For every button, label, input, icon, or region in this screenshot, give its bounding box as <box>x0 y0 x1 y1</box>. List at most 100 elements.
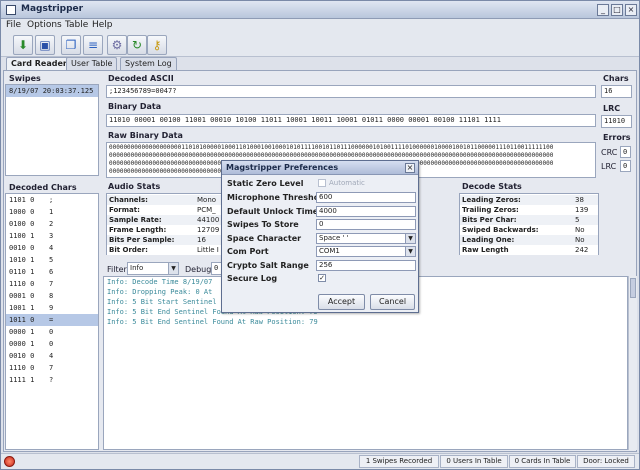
decoded-char-row[interactable]: 0010 0 4 <box>6 350 98 362</box>
menu-file[interactable]: File <box>6 20 21 30</box>
secure-log-checkbox[interactable]: ✓ <box>318 274 326 282</box>
decoded-ascii-field[interactable]: ;123456789=0047? <box>106 85 596 98</box>
decoded-char-row[interactable]: 0001 0 8 <box>6 290 98 302</box>
copy-icon[interactable]: ❐ <box>61 35 81 55</box>
binary-data-field[interactable]: 11010 00001 00100 11001 00010 10100 1101… <box>106 114 596 127</box>
swipes-label: Swipes <box>9 74 41 83</box>
stat-value: 38 <box>575 196 584 204</box>
decoded-char-row[interactable]: 1000 0 1 <box>6 206 98 218</box>
tab-system-log[interactable]: System Log <box>120 57 177 70</box>
scrollbar-thumb[interactable] <box>630 278 636 298</box>
space-char-select[interactable]: Space ' ' ▼ <box>316 233 416 244</box>
swipes-to-store-input[interactable]: 0 <box>316 219 416 230</box>
load-icon[interactable]: ⬇ <box>13 35 33 55</box>
filter-label: Filter <box>107 265 127 274</box>
decoded-char-row[interactable]: 0000 1 0 <box>6 326 98 338</box>
char-bits: 1100 1 <box>9 232 35 240</box>
decoded-char-row[interactable]: 1001 1 9 <box>6 302 98 314</box>
decoded-char-row[interactable]: 0110 1 6 <box>6 266 98 278</box>
stat-key: Leading One: <box>462 236 515 244</box>
menu-table[interactable]: Table <box>65 20 88 30</box>
menu-help[interactable]: Help <box>92 20 113 30</box>
stat-row: Swiped Backwards: No <box>460 225 598 235</box>
stat-row: Bit Order: Little I <box>107 245 221 255</box>
decoded-char-row[interactable]: 1011 0 = <box>6 314 98 326</box>
swipe-item[interactable]: 8/19/07 20:03:37.125 <box>6 85 98 97</box>
char-value: 4 <box>49 352 54 360</box>
stat-key: Bits Per Sample: <box>109 236 175 244</box>
title-bar[interactable]: Magstripper _ □ × <box>1 1 639 19</box>
stat-row: Bits Per Sample: 16 <box>107 235 221 245</box>
decoded-char-row[interactable]: 1110 0 7 <box>6 362 98 374</box>
window-title: Magstripper <box>21 4 84 14</box>
mic-threshold-input[interactable]: 600 <box>316 192 416 203</box>
stat-row: Channels: Mono <box>107 195 221 205</box>
stat-row: Raw Length 242 <box>460 245 598 255</box>
log-line: Info: 5 Bit End Sentinel Found At Raw Po… <box>107 318 318 326</box>
decode-stats-table: Leading Zeros: 38 Trailing Zeros: 139 Bits P… <box>459 193 599 255</box>
chevron-down-icon[interactable]: ▼ <box>405 234 415 243</box>
decoded-char-row[interactable]: 0010 0 4 <box>6 242 98 254</box>
debug-label: Debug <box>185 265 212 274</box>
automatic-checkbox[interactable] <box>318 179 326 187</box>
stat-value: Little I <box>197 246 219 254</box>
decoded-char-row[interactable]: 0000 1 0 <box>6 338 98 350</box>
salt-range-label: Crypto Salt Range <box>227 261 309 270</box>
swipes-to-store-label: Swipes To Store <box>227 220 299 229</box>
dialog-title-bar[interactable]: Magstripper Preferences × <box>222 161 418 175</box>
decoded-ascii-label: Decoded ASCII <box>108 74 174 83</box>
stat-key: Swiped Backwards: <box>462 226 539 234</box>
stat-key: Format: <box>109 206 140 214</box>
decoded-char-row[interactable]: 1111 1? <box>6 374 98 386</box>
decoded-char-row[interactable]: 1110 0 7 <box>6 278 98 290</box>
tab-card-reader[interactable]: Card Reader <box>6 57 72 71</box>
static-zero-label: Static Zero Level <box>227 179 304 188</box>
tab-user-table[interactable]: User Table <box>66 57 118 70</box>
stat-value: Mono <box>197 196 217 204</box>
crc-label: CRC <box>601 148 618 157</box>
com-port-select[interactable]: COM1 ▼ <box>316 246 416 257</box>
chevron-down-icon[interactable]: ▼ <box>168 263 178 274</box>
char-bits: 0001 0 <box>9 292 35 300</box>
char-value: 5 <box>49 256 54 264</box>
document-icon[interactable]: ≡ <box>83 35 103 55</box>
char-value: 8 <box>49 292 54 300</box>
stat-key: Channels: <box>109 196 148 204</box>
log-scrollbar[interactable] <box>628 276 637 450</box>
stat-value: PCM_ <box>197 206 216 214</box>
stat-key: Sample Rate: <box>109 216 162 224</box>
save-icon[interactable]: ▣ <box>35 35 55 55</box>
refresh-icon[interactable]: ↻ <box>127 35 147 55</box>
lrc-error-label: LRC <box>601 162 617 171</box>
menu-options[interactable]: Options <box>27 20 62 30</box>
cards-in-table-status: 0 Cards In Table <box>509 455 576 468</box>
settings-icon[interactable]: ⚙ <box>107 35 127 55</box>
unlock-time-input[interactable]: 4000 <box>316 206 416 217</box>
cancel-button[interactable]: Cancel <box>370 294 415 310</box>
accept-button[interactable]: Accept <box>318 294 365 310</box>
decoded-char-row[interactable]: 1101 0; <box>6 194 98 206</box>
maximize-icon[interactable]: □ <box>611 4 623 16</box>
com-port-label: Com Port <box>227 247 269 256</box>
decoded-char-row[interactable]: 1100 1 3 <box>6 230 98 242</box>
char-value: ; <box>49 196 54 204</box>
minimize-icon[interactable]: _ <box>597 4 609 16</box>
stat-key: Leading Zeros: <box>462 196 521 204</box>
stat-value: 139 <box>575 206 589 214</box>
stat-value: 44100 <box>197 216 220 224</box>
char-value: 9 <box>49 304 54 312</box>
char-bits: 0010 0 <box>9 244 35 252</box>
salt-range-input[interactable]: 256 <box>316 260 416 271</box>
space-char-value: Space ' ' <box>319 234 349 242</box>
char-bits: 0110 1 <box>9 268 35 276</box>
app-icon <box>6 5 16 15</box>
close-icon[interactable]: × <box>405 163 415 173</box>
close-icon[interactable]: × <box>625 4 637 16</box>
chevron-down-icon[interactable]: ▼ <box>405 247 415 256</box>
decoded-char-row[interactable]: 0100 0 2 <box>6 218 98 230</box>
secure-log-label: Secure Log <box>227 274 278 283</box>
stat-row: Bits Per Char: 5 <box>460 215 598 225</box>
key-icon[interactable]: ⚷ <box>147 35 167 55</box>
stat-value: 16 <box>197 236 206 244</box>
decoded-char-row[interactable]: 1010 1 5 <box>6 254 98 266</box>
